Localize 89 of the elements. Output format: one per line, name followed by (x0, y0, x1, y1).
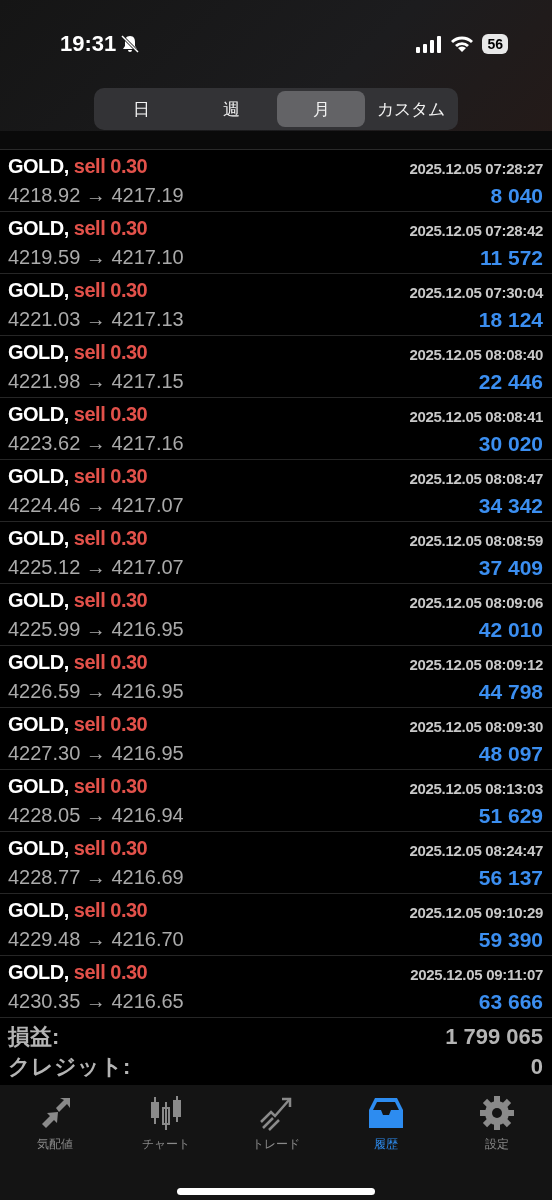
trade-prices: 4221.98 → 4217.15 (8, 369, 185, 394)
period-tab[interactable]: 日 (97, 91, 185, 127)
trade-symbol: GOLD, (8, 961, 69, 983)
trade-profit: 34 342 (478, 493, 543, 519)
trade-profit: 11 572 (479, 245, 543, 271)
trade-side: sell 0.30 (73, 155, 148, 177)
trade-time: 2025.12.05 08:09:06 (409, 593, 543, 611)
trade-prices: 4221.03 → 4217.13 (8, 307, 185, 332)
total-value: 0 (530, 1054, 543, 1080)
trade-symbol: GOLD, (8, 217, 69, 239)
wifi-icon (450, 35, 475, 53)
trade-time: 2025.12.05 08:08:47 (409, 469, 543, 487)
trade-side: sell 0.30 (73, 279, 148, 301)
trade-symbol: GOLD, (8, 155, 69, 177)
trade-side: sell 0.30 (73, 589, 148, 611)
trade-side: sell 0.30 (73, 713, 148, 735)
period-tab[interactable]: 月 (277, 91, 365, 127)
total-label: クレジット: (8, 1053, 131, 1081)
trade-prices: 4229.48 → 4216.70 (8, 927, 185, 952)
period-tab[interactable]: カスタム (367, 91, 455, 127)
trade-symbol: GOLD, (8, 713, 69, 735)
nav-tab[interactable]: 履歴 (331, 1093, 442, 1154)
trade-prices: 4226.59 → 4216.95 (8, 679, 185, 704)
trade-side: sell 0.30 (73, 899, 148, 921)
trade-profit: 22 446 (478, 369, 543, 395)
trade-time: 2025.12.05 08:09:12 (409, 655, 543, 673)
status-time: 19:31 (60, 31, 117, 57)
trade-time: 2025.12.05 09:10:29 (409, 903, 543, 921)
trade-symbol: GOLD, (8, 837, 69, 859)
trade-side: sell 0.30 (73, 217, 148, 239)
trade-profit: 18 124 (478, 307, 543, 333)
total-label: 損益: (8, 1023, 60, 1051)
nav-tab[interactable]: チャート (110, 1093, 221, 1154)
trade-symbol: GOLD, (8, 651, 69, 673)
trade-symbol: GOLD, (8, 899, 69, 921)
trade-time: 2025.12.05 09:11:07 (410, 965, 543, 983)
trade-time: 2025.12.05 08:08:59 (409, 531, 543, 549)
trade-time: 2025.12.05 08:08:40 (409, 345, 543, 363)
trade-profit: 56 137 (478, 865, 543, 891)
trade-side: sell 0.30 (73, 961, 148, 983)
trade-time: 2025.12.05 08:09:30 (409, 717, 543, 735)
nav-tab[interactable]: トレード (220, 1093, 332, 1154)
trade-prices: 4230.35 → 4216.65 (8, 989, 185, 1014)
trade-profit: 30 020 (478, 431, 543, 457)
trade-profit: 44 798 (478, 679, 543, 705)
trade-time: 2025.12.05 08:13:03 (409, 779, 543, 797)
trade-side: sell 0.30 (73, 465, 148, 487)
trade-side: sell 0.30 (73, 651, 148, 673)
total-value: 1 799 065 (445, 1024, 543, 1050)
signal-icon (416, 35, 443, 53)
trade-prices: 4219.59 → 4217.10 (8, 245, 185, 270)
trade-profit: 37 409 (478, 555, 543, 581)
trade-side: sell 0.30 (73, 341, 148, 363)
trade-time: 2025.12.05 08:24:47 (409, 841, 543, 859)
trade-symbol: GOLD, (8, 403, 69, 425)
trade-prices: 4224.46 → 4217.07 (8, 493, 185, 518)
trade-profit: 8 040 (490, 183, 543, 209)
trade-side: sell 0.30 (73, 527, 148, 549)
trade-prices: 4225.99 → 4216.95 (8, 617, 185, 642)
trade-symbol: GOLD, (8, 775, 69, 797)
trade-time: 2025.12.05 08:08:41 (409, 407, 543, 425)
settings-icon (477, 1094, 516, 1132)
trade-prices: 4223.62 → 4217.16 (8, 431, 185, 456)
trade-profit: 59 390 (478, 927, 543, 953)
trade-time: 2025.12.05 07:28:42 (409, 221, 543, 239)
trade-symbol: GOLD, (8, 527, 69, 549)
trade-symbol: GOLD, (8, 279, 69, 301)
trade-profit: 63 666 (478, 989, 543, 1015)
trade-prices: 4227.30 → 4216.95 (8, 741, 185, 766)
period-tab[interactable]: 週 (187, 91, 275, 127)
nav-tab[interactable]: 設定 (441, 1093, 552, 1154)
trade-side: sell 0.30 (73, 837, 148, 859)
trade-side: sell 0.30 (73, 403, 148, 425)
nav-tab[interactable]: 気配値 (0, 1093, 111, 1154)
trade-prices: 4218.92 → 4217.19 (8, 183, 185, 208)
trade-symbol: GOLD, (8, 341, 69, 363)
trade-prices: 4225.12 → 4217.07 (8, 555, 185, 580)
trade-symbol: GOLD, (8, 589, 69, 611)
bell-slash-icon (120, 34, 141, 54)
battery-level: 56 (482, 34, 508, 54)
trade-prices: 4228.77 → 4216.69 (8, 865, 185, 890)
trade-symbol: GOLD, (8, 465, 69, 487)
trade-time: 2025.12.05 07:30:04 (409, 283, 543, 301)
trade-side: sell 0.30 (73, 775, 148, 797)
trade-profit: 48 097 (478, 741, 543, 767)
trade-time: 2025.12.05 07:28:27 (409, 159, 543, 177)
trade-profit: 51 629 (478, 803, 543, 829)
trade-profit: 42 010 (478, 617, 543, 643)
trade-prices: 4228.05 → 4216.94 (8, 803, 185, 828)
